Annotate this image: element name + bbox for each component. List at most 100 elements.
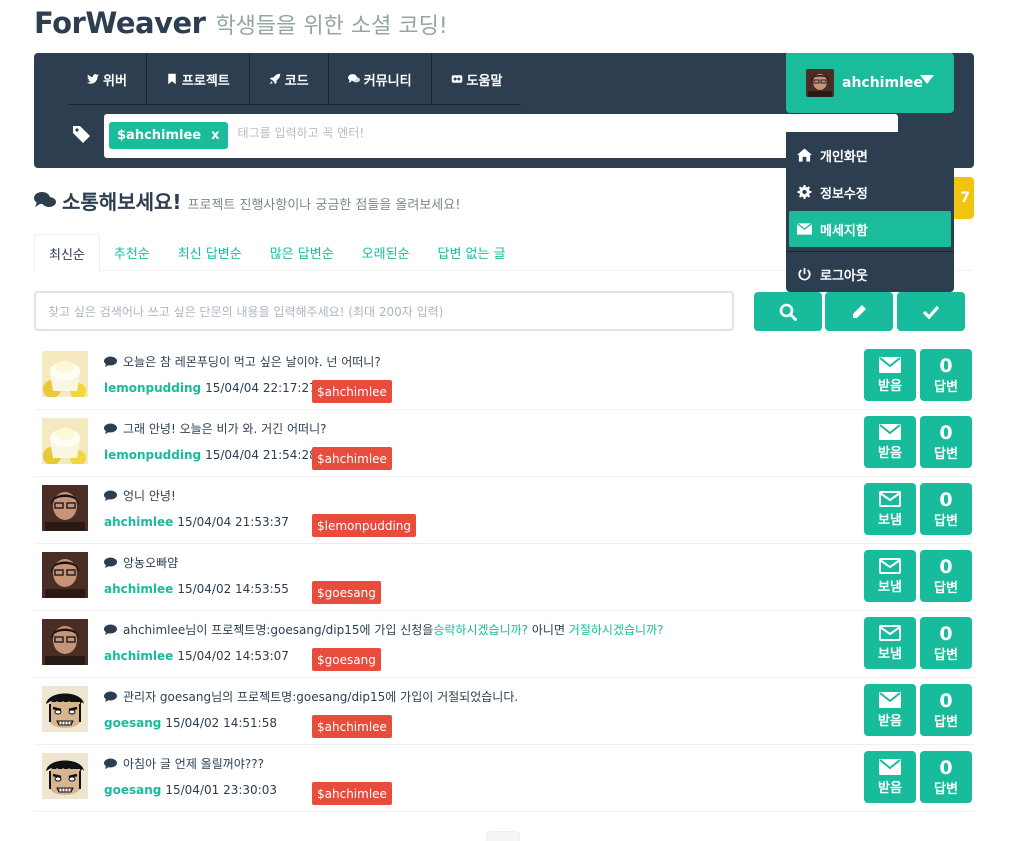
answer-count: 0 bbox=[939, 354, 953, 377]
tag-badge[interactable]: $ahchimlee bbox=[312, 715, 392, 738]
list-item[interactable]: 오늘은 참 레몬푸딩이 먹고 싶은 날이야. 넌 어떠니? lemonpuddi… bbox=[34, 343, 974, 410]
tag-badge[interactable]: $ahchimlee bbox=[312, 447, 392, 470]
answer-count: 0 bbox=[939, 555, 953, 578]
list-item[interactable]: 그래 안녕! 오늘은 비가 와. 거긴 어떠니? lemonpudding 15… bbox=[34, 410, 974, 477]
rocket-icon bbox=[269, 73, 281, 85]
reject-link[interactable]: 거절하시겠습니까? bbox=[569, 621, 664, 638]
comment-icon bbox=[104, 624, 117, 635]
mail-status-button[interactable]: 보냄 bbox=[864, 617, 916, 669]
post-author[interactable]: ahchimlee bbox=[104, 515, 173, 529]
list-item[interactable]: ahchimlee님이 프로젝트명:goesang/dip15에 가입 신청을 … bbox=[34, 611, 974, 678]
mail-status-button[interactable]: 보냄 bbox=[864, 550, 916, 602]
tab-oldest[interactable]: 오래된순 bbox=[348, 234, 424, 271]
avatar bbox=[806, 69, 834, 97]
nav-item-weaver[interactable]: 위버 bbox=[68, 53, 147, 105]
tag-badge[interactable]: $ahchimlee bbox=[312, 782, 392, 805]
post-message: 관리자 goesang님의 프로젝트명:goesang/dip15에 가입이 거… bbox=[123, 690, 519, 704]
mail-status-button[interactable]: 받음 bbox=[864, 416, 916, 468]
answer-count: 0 bbox=[939, 421, 953, 444]
tag-chip-remove-button[interactable]: x bbox=[211, 128, 219, 143]
tag-icon bbox=[73, 126, 90, 143]
avatar[interactable] bbox=[42, 351, 88, 397]
avatar[interactable] bbox=[42, 485, 88, 531]
mail-status-button[interactable]: 보냄 bbox=[864, 483, 916, 535]
answer-count-button[interactable]: 0 답변 bbox=[920, 751, 972, 803]
pagination-button[interactable] bbox=[486, 831, 520, 841]
post-author[interactable]: lemonpudding bbox=[104, 381, 201, 395]
post-author[interactable]: goesang bbox=[104, 716, 161, 730]
tag-input[interactable]: $ahchimlee x 태그를 입력하고 꼭 엔터! bbox=[104, 114, 898, 158]
post-date: 15/04/02 14:53:55 bbox=[177, 582, 289, 596]
post-message: 아침아 글 언제 올릴꺼야??? bbox=[123, 757, 264, 771]
answer-count: 0 bbox=[939, 689, 953, 712]
answer-count-button[interactable]: 0 답변 bbox=[920, 416, 972, 468]
search-input[interactable]: 찾고 싶은 검색어나 쓰고 싶은 단문의 내용을 입력해주세요! (최대 200… bbox=[34, 291, 734, 331]
user-name: ahchimlee bbox=[842, 75, 923, 91]
post-message: 앙농오빠얌 bbox=[123, 556, 179, 570]
post-author[interactable]: goesang bbox=[104, 783, 161, 797]
answer-count: 0 bbox=[939, 488, 953, 511]
envelope-open-icon bbox=[879, 557, 901, 574]
check-icon bbox=[922, 305, 940, 319]
dropdown-item-messages[interactable]: 메세지함 bbox=[789, 211, 951, 247]
dropdown-item-settings[interactable]: 정보수정 bbox=[789, 174, 951, 210]
post-author[interactable]: ahchimlee bbox=[104, 649, 173, 663]
submit-button[interactable] bbox=[897, 292, 965, 331]
post-meta: lemonpudding 15/04/04 22:17:27 bbox=[104, 381, 317, 395]
tab-most-answers[interactable]: 많은 답변순 bbox=[256, 234, 348, 271]
tag-chip: $ahchimlee x bbox=[109, 122, 228, 149]
list-item[interactable]: 앙농오빠얌 ahchimlee 15/04/02 14:53:55 $goesa… bbox=[34, 544, 974, 611]
envelope-icon bbox=[879, 356, 901, 373]
answer-label: 답변 bbox=[934, 714, 958, 730]
list-item[interactable]: 엉니 안녕! ahchimlee 15/04/04 21:53:37 $lemo… bbox=[34, 477, 974, 544]
mail-status-label: 보냄 bbox=[878, 579, 902, 595]
nav-item-help[interactable]: 도움말 bbox=[432, 53, 522, 105]
mail-status-button[interactable]: 받음 bbox=[864, 751, 916, 803]
avatar[interactable] bbox=[42, 552, 88, 598]
answer-count-button[interactable]: 0 답변 bbox=[920, 349, 972, 401]
post-date: 15/04/02 14:51:58 bbox=[165, 716, 277, 730]
avatar[interactable] bbox=[42, 686, 88, 732]
dropdown-item-home[interactable]: 개인화면 bbox=[789, 137, 951, 173]
write-button[interactable] bbox=[825, 292, 893, 331]
post-author[interactable]: ahchimlee bbox=[104, 582, 173, 596]
answer-count-button[interactable]: 0 답변 bbox=[920, 550, 972, 602]
mail-status-button[interactable]: 받음 bbox=[864, 349, 916, 401]
nav-item-community[interactable]: 커뮤니티 bbox=[329, 53, 432, 105]
tab-latest-answer[interactable]: 최신 답변순 bbox=[164, 234, 256, 271]
answer-count-button[interactable]: 0 답변 bbox=[920, 617, 972, 669]
tab-unanswered[interactable]: 답변 없는 글 bbox=[424, 234, 520, 271]
answer-label: 답변 bbox=[934, 647, 958, 663]
user-dropdown-menu: 개인화면 정보수정 메세지함 로그아웃 bbox=[786, 132, 954, 292]
tag-badge[interactable]: $goesang bbox=[312, 648, 381, 671]
comment-icon bbox=[104, 758, 117, 769]
nav-item-project[interactable]: 프로젝트 bbox=[147, 53, 250, 105]
post-date: 15/04/04 22:17:27 bbox=[205, 381, 317, 395]
avatar[interactable] bbox=[42, 418, 88, 464]
answer-label: 답변 bbox=[934, 379, 958, 395]
list-item[interactable]: 관리자 goesang님의 프로젝트명:goesang/dip15에 가입이 거… bbox=[34, 678, 974, 745]
user-menu-button[interactable]: ahchimlee bbox=[786, 53, 954, 113]
answer-count-button[interactable]: 0 답변 bbox=[920, 483, 972, 535]
nav-item-label: 코드 bbox=[284, 73, 309, 89]
power-icon bbox=[798, 267, 811, 281]
caret-down-icon bbox=[920, 75, 934, 84]
tag-badge[interactable]: $goesang bbox=[312, 581, 381, 604]
avatar[interactable] bbox=[42, 753, 88, 799]
dropdown-item-logout[interactable]: 로그아웃 bbox=[789, 256, 951, 292]
nav-item-code[interactable]: 코드 bbox=[250, 53, 329, 105]
brand-name[interactable]: ForWeaver bbox=[34, 6, 206, 40]
post-author[interactable]: lemonpudding bbox=[104, 448, 201, 462]
tag-badge[interactable]: $ahchimlee bbox=[312, 380, 392, 403]
mail-status-button[interactable]: 받음 bbox=[864, 684, 916, 736]
tab-latest[interactable]: 최신순 bbox=[34, 234, 100, 272]
search-button[interactable] bbox=[754, 292, 822, 331]
avatar[interactable] bbox=[42, 619, 88, 665]
list-item[interactable]: 아침아 글 언제 올릴꺼야??? goesang 15/04/01 23:30:… bbox=[34, 745, 974, 812]
accept-link[interactable]: 승락하시겠습니까? bbox=[433, 621, 528, 638]
answer-label: 답변 bbox=[934, 781, 958, 797]
tag-badge[interactable]: $lemonpudding bbox=[312, 514, 417, 537]
answer-count-button[interactable]: 0 답변 bbox=[920, 684, 972, 736]
answer-label: 답변 bbox=[934, 446, 958, 462]
tab-recommended[interactable]: 추천순 bbox=[100, 234, 164, 271]
